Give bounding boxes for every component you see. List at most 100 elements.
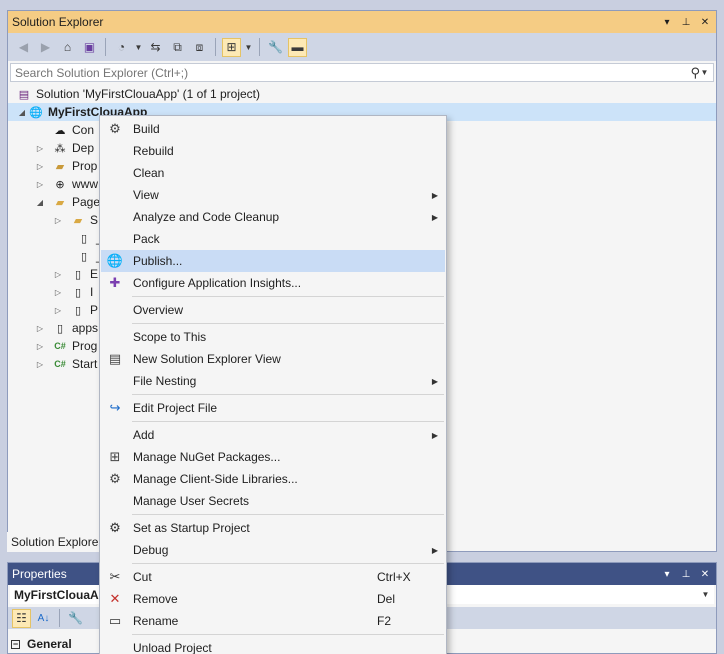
expand-triangle-icon[interactable]: ◢ xyxy=(16,108,28,117)
tree-row[interactable]: ▷ ▰ S xyxy=(8,211,98,229)
menu-item-file-nesting[interactable]: File Nesting ▶ xyxy=(101,370,445,392)
menu-item-overview[interactable]: Overview xyxy=(101,299,445,321)
show-all-files-icon[interactable]: ⧈ xyxy=(190,38,209,57)
menu-item-remove[interactable]: ✕ Remove Del xyxy=(101,588,445,610)
tree-row[interactable]: ▷ ▯ I xyxy=(8,283,93,301)
wrench-icon[interactable]: 🔧 xyxy=(266,38,285,57)
publish-icon: 🌐 xyxy=(106,253,124,268)
toolbar-separator xyxy=(105,38,106,56)
search-input[interactable] xyxy=(15,65,687,80)
menu-item-view[interactable]: View ▶ xyxy=(101,184,445,206)
preview-pane-icon[interactable]: ▬ xyxy=(288,37,307,57)
toolbar-separator xyxy=(59,609,60,627)
window-options-icon[interactable]: ▾ xyxy=(659,14,675,30)
solution-explorer-search[interactable]: ⚲ ▼ xyxy=(10,63,714,82)
tree-row[interactable]: ▷ C# Prog xyxy=(8,337,97,355)
tree-row[interactable]: ▷ ▯ P xyxy=(8,301,98,319)
menu-item-manage-client-libraries[interactable]: ⚙ Manage Client-Side Libraries... xyxy=(101,468,445,490)
expand-triangle-icon[interactable]: ▷ xyxy=(52,306,64,315)
menu-item-build[interactable]: ⚙ Build xyxy=(101,118,445,140)
expand-triangle-icon[interactable]: ▷ xyxy=(34,360,46,369)
tree-row-label: S xyxy=(90,213,99,227)
file-icon: ▯ xyxy=(80,250,88,263)
tree-row[interactable]: ▷ ⊕ www xyxy=(8,175,98,193)
menu-item-analyze[interactable]: Analyze and Code Cleanup ▶ xyxy=(101,206,445,228)
tree-row[interactable]: ▷ ▯ apps xyxy=(8,319,98,337)
sync-with-active-document-icon[interactable]: ⇆ xyxy=(146,38,165,57)
tree-row-label: I xyxy=(90,285,94,299)
expand-triangle-icon[interactable]: ▷ xyxy=(34,144,46,153)
pending-changes-filter-icon[interactable]: ◔ xyxy=(112,38,131,57)
menu-item-set-startup-project[interactable]: ⚙ Set as Startup Project xyxy=(101,517,445,539)
tree-row[interactable]: ▷ ▰ Prop xyxy=(8,157,97,175)
menu-item-shortcut: Del xyxy=(377,592,396,606)
preview-selected-items-icon[interactable]: ⊞ xyxy=(222,37,241,57)
menu-item-scope-to-this[interactable]: Scope to This xyxy=(101,326,445,348)
settings-file-icon: ▯ xyxy=(56,322,64,335)
menu-item-rename[interactable]: ▭ Rename F2 xyxy=(101,610,445,632)
pin-icon[interactable]: ⊥ xyxy=(678,566,694,582)
menu-item-publish[interactable]: 🌐 Publish... xyxy=(101,250,445,272)
submenu-arrow-icon: ▶ xyxy=(431,212,438,222)
file-icon: ▯ xyxy=(74,304,82,317)
menu-item-label: File Nesting xyxy=(133,374,197,388)
menu-item-label: Manage NuGet Packages... xyxy=(133,450,281,464)
menu-item-pack[interactable]: Pack xyxy=(101,228,445,250)
window-options-icon[interactable]: ▾ xyxy=(659,566,675,582)
expand-triangle-icon[interactable]: ▷ xyxy=(34,180,46,189)
back-icon[interactable]: ◀ xyxy=(14,38,33,57)
menu-item-clean[interactable]: Clean xyxy=(101,162,445,184)
expand-triangle-icon[interactable]: ▷ xyxy=(52,270,64,279)
collapse-box-icon[interactable]: − xyxy=(11,639,20,649)
pin-icon[interactable]: ⊥ xyxy=(678,14,694,30)
file-icon: ▯ xyxy=(80,232,88,245)
expand-triangle-icon[interactable]: ▷ xyxy=(34,342,46,351)
menu-item-debug[interactable]: Debug ▶ xyxy=(101,539,445,561)
menu-item-add[interactable]: Add ▶ xyxy=(101,424,445,446)
tree-row-label: Prop xyxy=(72,159,98,173)
tree-row-solution[interactable]: ▤ Solution 'MyFirstClouaApp' (1 of 1 pro… xyxy=(8,85,260,103)
tree-row-label: www xyxy=(72,177,98,191)
tree-row-label: apps xyxy=(72,321,99,335)
home-icon[interactable]: ⌂ xyxy=(58,38,77,57)
expand-triangle-icon[interactable]: ▷ xyxy=(52,288,64,297)
menu-item-configure-app-insights[interactable]: ✚ Configure Application Insights... xyxy=(101,272,445,294)
tree-row[interactable]: ▷ C# Start xyxy=(8,355,97,373)
close-icon[interactable]: ✕ xyxy=(697,566,713,582)
menu-item-manage-nuget[interactable]: ⊞ Manage NuGet Packages... xyxy=(101,446,445,468)
chevron-down-icon[interactable]: ▼ xyxy=(701,590,710,599)
alphabetical-icon[interactable]: A↓ xyxy=(34,609,53,628)
expand-triangle-icon[interactable]: ▷ xyxy=(34,162,46,171)
switch-views-icon[interactable]: ▣ xyxy=(80,38,99,57)
submenu-arrow-icon: ▶ xyxy=(431,545,438,555)
tree-row[interactable]: ◢ ▰ Page xyxy=(8,193,100,211)
tree-row[interactable]: ▯ _ xyxy=(8,247,103,265)
gear-icon: ⚙ xyxy=(109,520,121,535)
chevron-down-icon[interactable]: ▼ xyxy=(700,68,709,77)
wrench-icon[interactable]: 🔧 xyxy=(66,609,85,628)
expand-triangle-icon[interactable]: ▷ xyxy=(52,216,64,225)
expand-triangle-icon[interactable]: ▷ xyxy=(34,324,46,333)
tree-row[interactable]: ☁ Con xyxy=(8,121,95,139)
collapse-triangle-icon[interactable]: ◢ xyxy=(34,198,46,207)
tree-row[interactable]: ▷ ▯ E xyxy=(8,265,98,283)
collapse-all-icon[interactable]: ⧉ xyxy=(168,38,187,57)
tree-row[interactable]: ▯ _ xyxy=(8,229,103,247)
search-icon[interactable]: ⚲ xyxy=(690,65,700,81)
close-icon[interactable]: ✕ xyxy=(697,14,713,30)
category-label: General xyxy=(27,637,72,651)
rename-icon: ▭ xyxy=(108,613,122,628)
menu-item-cut[interactable]: ✂ Cut Ctrl+X xyxy=(101,566,445,588)
solution-explorer-titlebar: Solution Explorer ▾ ⊥ ✕ xyxy=(8,11,716,33)
chevron-down-icon[interactable]: ▼ xyxy=(244,43,253,52)
chevron-down-icon[interactable]: ▼ xyxy=(134,43,143,52)
menu-item-edit-project-file[interactable]: ↪ Edit Project File xyxy=(101,397,445,419)
menu-item-unload-project[interactable]: Unload Project xyxy=(101,637,445,654)
categorized-icon[interactable]: ☷ xyxy=(12,608,31,628)
menu-item-new-solution-explorer-view[interactable]: ▤ New Solution Explorer View xyxy=(101,348,445,370)
forward-icon[interactable]: ▶ xyxy=(36,38,55,57)
tree-row-label: E xyxy=(90,267,99,281)
tree-row[interactable]: ▷ ⁂ Dep xyxy=(8,139,94,157)
menu-item-rebuild[interactable]: Rebuild xyxy=(101,140,445,162)
menu-item-manage-user-secrets[interactable]: Manage User Secrets xyxy=(101,490,445,512)
